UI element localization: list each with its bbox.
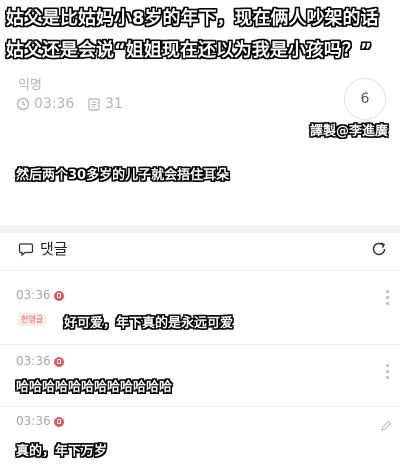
post-views-row: 31	[88, 96, 123, 112]
subtitle-line-2: 姑父还是会说“姐姐现在还以为我是小孩吗？”	[6, 40, 372, 61]
comment-count-badge[interactable]: 6	[344, 78, 386, 120]
comment-1-tag: 헌영글	[18, 313, 47, 326]
comment-3-subtitle: 真的，年下万岁	[16, 444, 108, 459]
comment-divider-1	[0, 344, 400, 345]
comment-3-time: 03:36	[16, 414, 51, 428]
post-views: 31	[105, 96, 123, 112]
write-icon[interactable]	[380, 420, 392, 432]
header-divider	[0, 270, 400, 271]
subtitle-middle: 然后两个30多岁的儿子就会捂住耳朵	[16, 168, 230, 183]
comment-2-time-row: 03:36	[16, 354, 64, 368]
comment-2-time: 03:36	[16, 354, 51, 368]
lock-icon	[53, 356, 64, 367]
post-time: 03:36	[34, 96, 75, 112]
comment-1-time: 03:36	[16, 288, 51, 302]
comment-3-time-row: 03:36	[16, 414, 64, 428]
comment-divider-2	[0, 406, 400, 407]
clock-icon	[16, 97, 30, 111]
section-divider	[0, 225, 400, 233]
lock-icon	[53, 290, 64, 301]
comment-count: 6	[360, 91, 370, 107]
comment-1-time-row: 03:36	[16, 288, 64, 302]
watermark: 譯製@李進廣	[309, 124, 388, 139]
views-icon	[88, 97, 100, 111]
comment-1-subtitle: 好可爱，年下真的是永远可爱	[64, 316, 234, 331]
refresh-icon[interactable]	[370, 240, 388, 258]
post-time-row: 03:36	[16, 96, 74, 112]
more-icon[interactable]	[386, 290, 390, 305]
subtitle-line-1: 姑父是比姑妈小8岁的年下，现在俩人吵架的话	[6, 8, 379, 29]
lock-icon	[53, 416, 64, 427]
chat-bubble-icon	[18, 242, 34, 256]
comments-title: 댓글	[40, 240, 68, 258]
comments-header: 댓글	[18, 238, 68, 259]
comment-2-subtitle: 哈哈哈哈哈哈哈哈哈哈哈哈	[16, 380, 173, 395]
post-author: 익명	[18, 78, 42, 93]
